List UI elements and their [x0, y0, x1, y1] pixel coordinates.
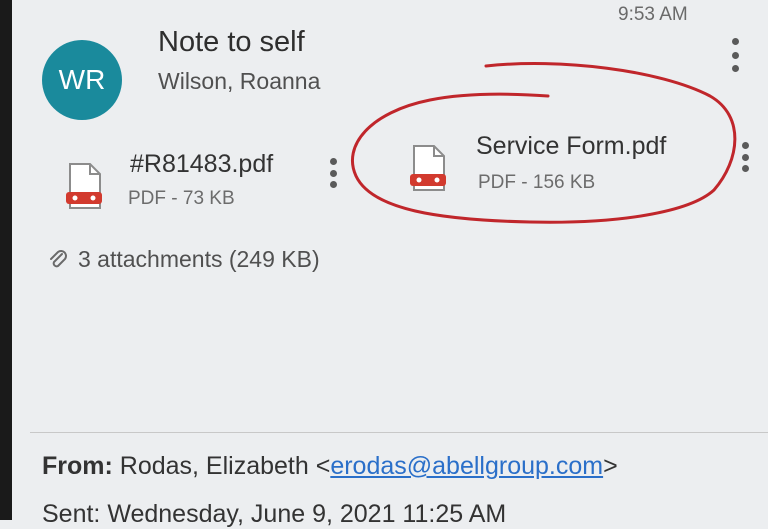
- from-line: From: Rodas, Elizabeth <erodas@abellgrou…: [42, 452, 618, 481]
- paperclip-icon: [50, 249, 67, 267]
- from-close: >: [603, 452, 618, 480]
- from-email-link[interactable]: erodas@abellgroup.com: [330, 452, 603, 480]
- sent-line: Sent: Wednesday, June 9, 2021 11:25 AM: [42, 500, 507, 528]
- attachments-summary-text: 3 attachments (249 KB): [78, 246, 320, 272]
- attachments-summary[interactable]: 3 attachments (249 KB): [46, 246, 320, 273]
- from-label: From:: [42, 452, 113, 480]
- from-name: Rodas, Elizabeth <: [112, 452, 331, 480]
- divider: [30, 432, 768, 433]
